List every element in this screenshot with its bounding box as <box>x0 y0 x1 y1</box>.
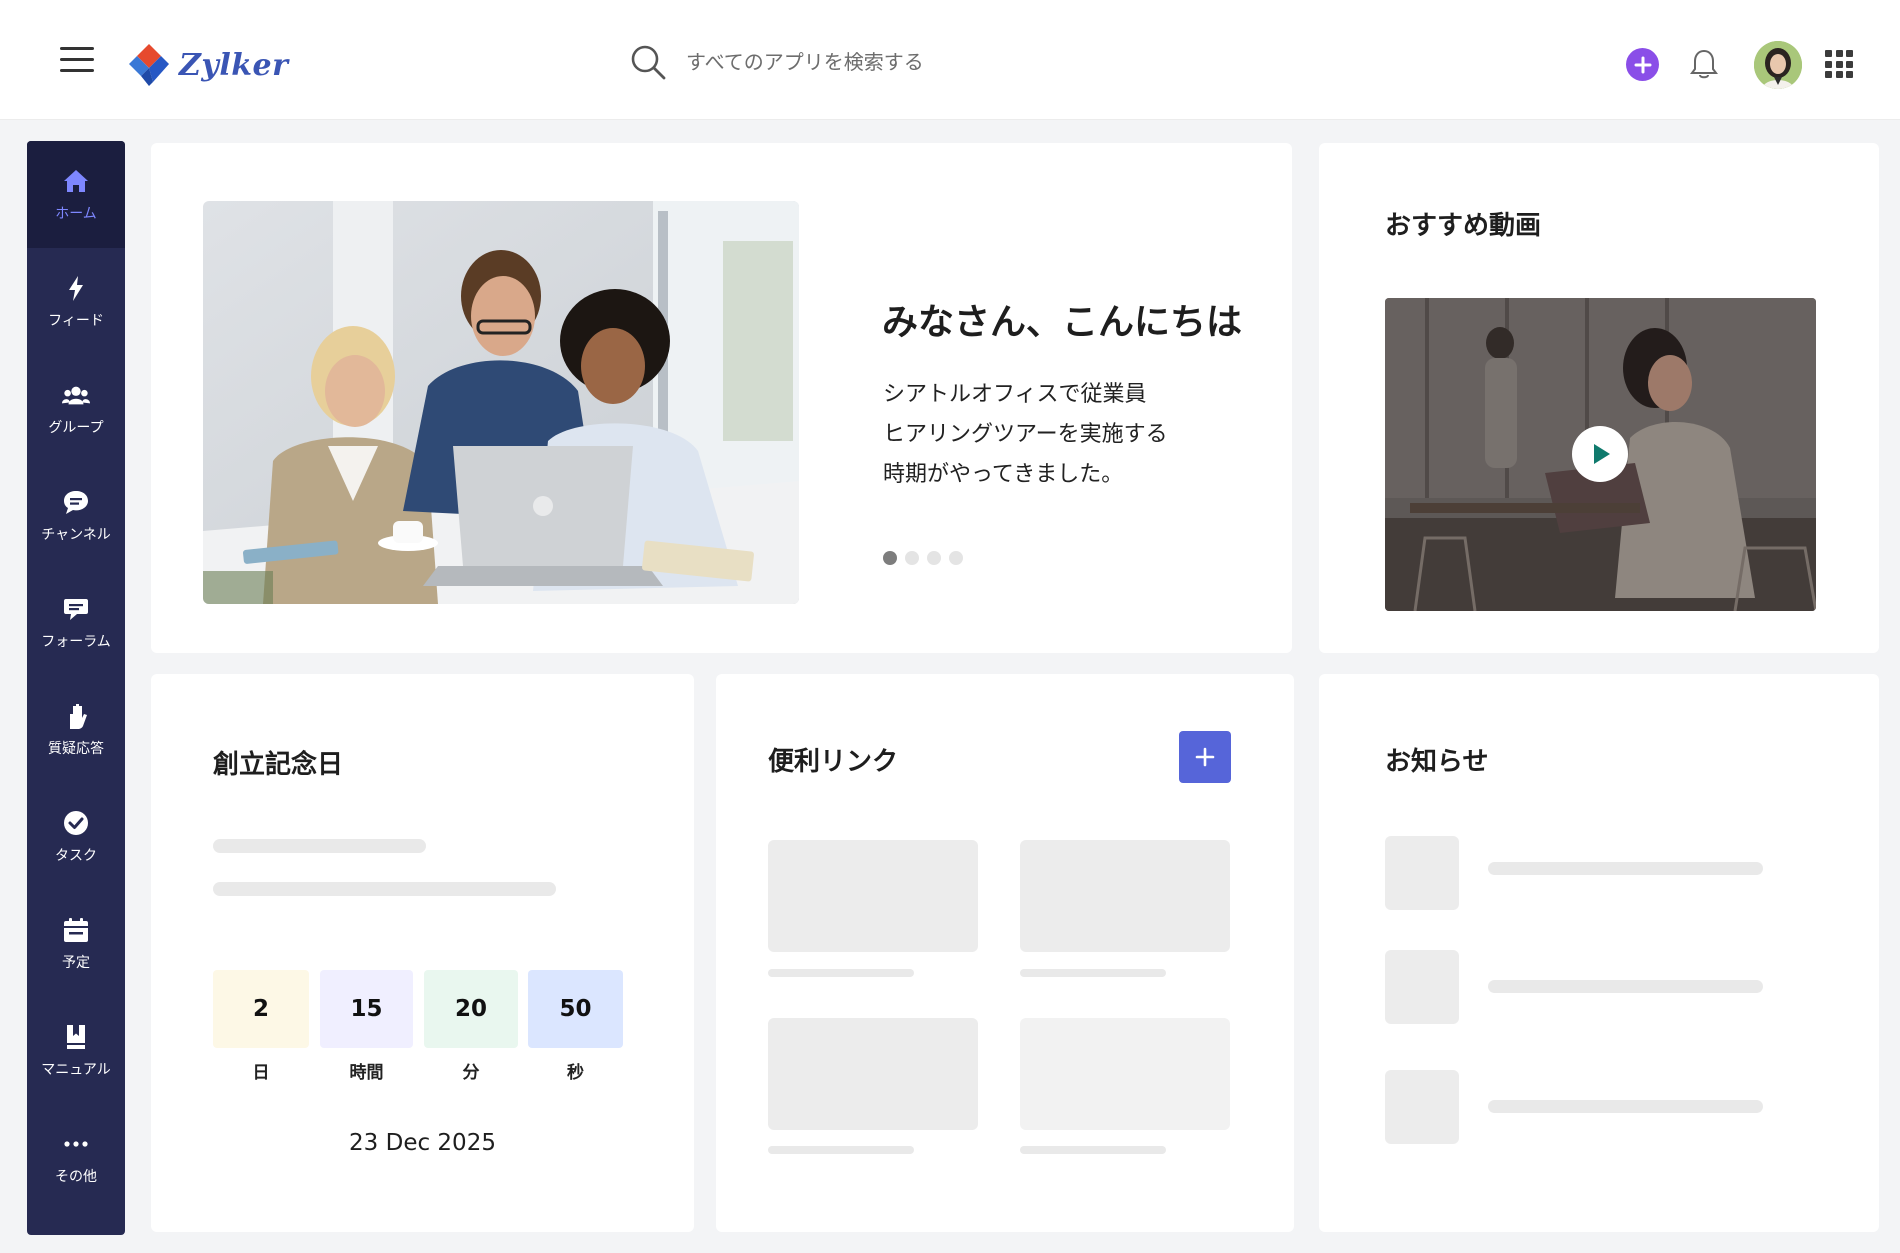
logo-mark <box>129 44 169 86</box>
sidebar-item-label: フォーラム <box>41 633 111 650</box>
calendar-icon <box>62 916 90 944</box>
forum-icon <box>62 595 90 623</box>
avatar-image <box>1754 41 1802 89</box>
link-tile-placeholder <box>768 1018 978 1130</box>
sidebar-item-label: タスク <box>55 847 97 864</box>
placeholder-line <box>1488 980 1763 993</box>
countdown-hours-label: 時間 <box>349 1063 384 1083</box>
sidebar-item-label: チャンネル <box>41 526 111 543</box>
sidebar-item-events[interactable]: 予定 <box>27 890 125 997</box>
placeholder-line <box>213 839 426 853</box>
user-avatar[interactable] <box>1754 41 1802 89</box>
link-tile-placeholder <box>768 840 978 952</box>
sidebar-item-label: ホーム <box>55 205 97 222</box>
sidebar-item-label: その他 <box>55 1168 97 1185</box>
home-icon <box>62 167 90 195</box>
video-card-title: おすすめ動画 <box>1385 211 1542 241</box>
countdown-seconds: 50 <box>528 970 623 1048</box>
play-icon <box>1594 444 1610 464</box>
links-title: 便利リンク <box>768 747 899 777</box>
announcements-card: お知らせ <box>1319 674 1879 1232</box>
sidebar-item-label: グループ <box>48 419 104 436</box>
useful-links-card: 便利リンク <box>716 674 1294 1232</box>
search-icon[interactable] <box>628 42 668 82</box>
sidebar-item-label: フィード <box>48 312 104 329</box>
sidebar-item-label: マニュアル <box>41 1061 111 1078</box>
placeholder-line <box>768 969 914 977</box>
hero-message-line: ヒアリングツアーを実施する <box>883 422 1168 447</box>
raised-hand-icon <box>62 702 90 730</box>
link-tile-placeholder <box>1020 840 1230 952</box>
menu-icon[interactable] <box>60 47 94 75</box>
hero-title: みなさん、こんにちは <box>882 302 1243 343</box>
carousel-indicators <box>883 551 963 565</box>
add-link-button[interactable] <box>1179 731 1231 783</box>
group-icon <box>62 381 90 409</box>
placeholder-line <box>1020 1146 1166 1154</box>
countdown-days-label: 日 <box>252 1063 270 1083</box>
sidebar-item-groups[interactable]: グループ <box>27 355 125 462</box>
more-icon <box>62 1130 90 1158</box>
notice-thumb-placeholder <box>1385 950 1459 1024</box>
app-launcher-icon[interactable] <box>1825 50 1853 78</box>
countdown-minutes-label: 分 <box>462 1063 480 1083</box>
plus-icon <box>1195 747 1215 767</box>
search-input[interactable] <box>686 50 1126 74</box>
carousel-dot[interactable] <box>883 551 897 565</box>
welcome-carousel-card: みなさん、こんにちは シアトルオフィスで従業員 ヒアリングツアーを実施する 時期… <box>151 143 1292 653</box>
placeholder-line <box>1020 969 1166 977</box>
sidebar-item-qa[interactable]: 質疑応答 <box>27 676 125 783</box>
carousel-dot[interactable] <box>905 551 919 565</box>
sidebar-item-channels[interactable]: チャンネル <box>27 462 125 569</box>
placeholder-line <box>768 1146 914 1154</box>
hero-message-line: シアトルオフィスで従業員 <box>883 382 1147 407</box>
sidebar-item-home[interactable]: ホーム <box>27 141 125 248</box>
sidebar-nav: ホーム フィード グループ チャンネル フォーラム 質疑応答 タスク 予定 マニ… <box>27 141 125 1235</box>
countdown-seconds-label: 秒 <box>567 1063 584 1083</box>
countdown-days: 2 <box>213 970 309 1048</box>
hero-message-line: 時期がやってきました。 <box>883 462 1124 487</box>
sidebar-item-manual[interactable]: マニュアル <box>27 997 125 1104</box>
quick-add-button[interactable] <box>1626 48 1659 81</box>
placeholder-line <box>1488 1100 1763 1113</box>
play-button[interactable] <box>1572 426 1628 482</box>
notice-thumb-placeholder <box>1385 836 1459 910</box>
sidebar-item-feed[interactable]: フィード <box>27 248 125 355</box>
hero-image <box>203 201 799 604</box>
sidebar-item-forums[interactable]: フォーラム <box>27 569 125 676</box>
sidebar-item-label: 予定 <box>62 954 90 971</box>
placeholder-line <box>213 882 556 896</box>
anniversary-date: 23 Dec 2025 <box>349 1130 496 1156</box>
bolt-icon <box>62 274 90 302</box>
sidebar-item-more[interactable]: その他 <box>27 1104 125 1211</box>
plus-icon <box>1634 56 1651 73</box>
book-icon <box>62 1023 90 1051</box>
carousel-dot[interactable] <box>949 551 963 565</box>
notice-thumb-placeholder <box>1385 1070 1459 1144</box>
notices-title: お知らせ <box>1385 747 1489 777</box>
video-thumbnail[interactable] <box>1385 298 1816 611</box>
top-bar: Zylker <box>0 0 1900 120</box>
anniversary-countdown-card: 創立記念日 2 15 20 50 日 時間 分 秒 23 Dec 2025 <box>151 674 694 1232</box>
carousel-dot[interactable] <box>927 551 941 565</box>
check-circle-icon <box>62 809 90 837</box>
global-search <box>628 40 1148 84</box>
app-logo[interactable]: Zylker <box>127 40 288 90</box>
placeholder-line <box>1488 862 1763 875</box>
recommended-video-card: おすすめ動画 <box>1319 143 1879 653</box>
countdown-hours: 15 <box>320 970 413 1048</box>
anniversary-title: 創立記念日 <box>213 750 344 780</box>
sidebar-item-tasks[interactable]: タスク <box>27 783 125 890</box>
hero-message: シアトルオフィスで従業員 ヒアリングツアーを実施する 時期がやってきました。 <box>883 375 1243 495</box>
brand-name: Zylker <box>179 47 289 83</box>
link-tile-placeholder <box>1020 1018 1230 1130</box>
sidebar-item-label: 質疑応答 <box>48 740 104 757</box>
notification-bell-icon[interactable] <box>1688 47 1720 81</box>
chat-bubble-icon <box>62 488 90 516</box>
countdown-minutes: 20 <box>424 970 518 1048</box>
